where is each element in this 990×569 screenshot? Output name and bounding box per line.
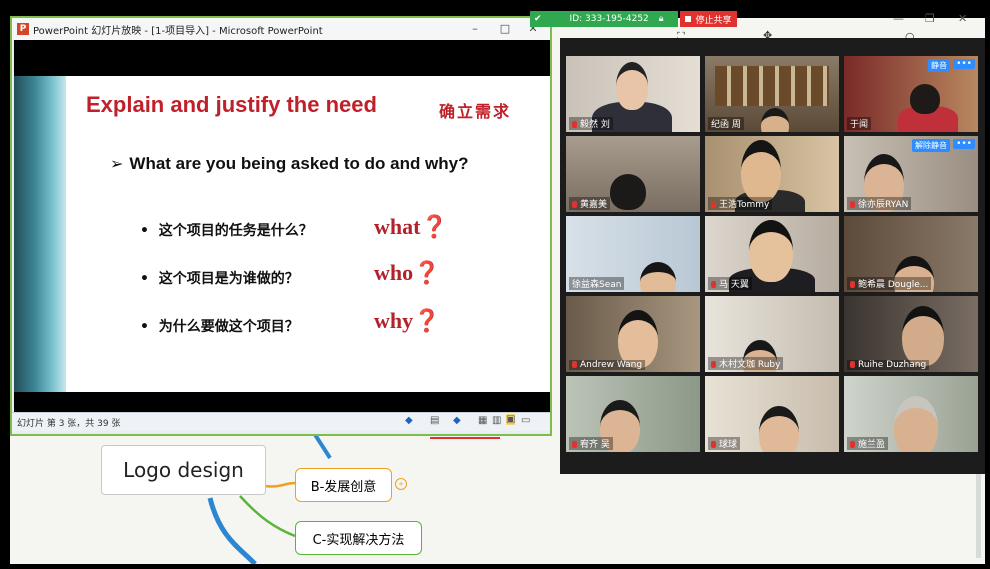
slide-bullet-tag: what❓ bbox=[374, 214, 448, 239]
mic-muted-icon bbox=[711, 201, 716, 208]
mic-muted-icon bbox=[711, 361, 716, 368]
powerpoint-icon: P bbox=[17, 23, 29, 35]
participant-tile[interactable]: 马 天翼 bbox=[705, 216, 839, 292]
more-options-icon[interactable]: ••• bbox=[953, 139, 975, 149]
slide-bullet: • 这个项目的任务是什么？ bbox=[140, 223, 313, 239]
participant-tile[interactable]: 毅然 刘 bbox=[566, 56, 700, 132]
bullet-dot-icon: • bbox=[140, 223, 149, 239]
mic-muted-icon bbox=[572, 201, 577, 208]
mute-badge[interactable]: 静音 bbox=[928, 59, 950, 72]
participant-tile[interactable]: 黄嘉美 bbox=[566, 136, 700, 212]
mic-muted-icon bbox=[850, 201, 855, 208]
participant-tile[interactable]: 徐益森Sean bbox=[566, 216, 700, 292]
participant-tile[interactable]: 鲍希晨 Dougle... bbox=[844, 216, 978, 292]
meeting-id: ID: 333-195-4252 bbox=[569, 14, 649, 24]
minimize-icon[interactable]: – bbox=[467, 21, 483, 35]
mic-muted-icon bbox=[572, 361, 577, 368]
minimize-icon[interactable]: — bbox=[893, 12, 904, 25]
next-slide-icon[interactable]: ◆ bbox=[453, 415, 461, 426]
lock-icon: 🔒︎ bbox=[658, 14, 664, 24]
slide-title-cn: 确立需求 bbox=[439, 102, 512, 121]
participant-tile[interactable]: Ruihe Duzhang bbox=[844, 296, 978, 372]
close-icon[interactable]: ✕ bbox=[958, 12, 967, 25]
bullet-dot-icon: • bbox=[140, 319, 149, 335]
sorter-view-icon[interactable]: ▥ bbox=[492, 415, 501, 426]
more-options-icon[interactable]: ••• bbox=[953, 59, 975, 69]
participant-tile[interactable]: 解除静音 ••• 徐亦辰RYAN bbox=[844, 136, 978, 212]
reading-view-icon[interactable]: ▣ bbox=[506, 414, 516, 425]
restore-icon[interactable]: □ bbox=[497, 21, 513, 35]
mic-muted-icon bbox=[572, 121, 577, 128]
slide-bullet-tag: why❓ bbox=[374, 308, 441, 333]
mic-muted-icon bbox=[572, 441, 577, 448]
mindmap-root-node[interactable]: Logo design bbox=[101, 445, 266, 495]
window-title: PowerPoint 幻灯片放映 - [1-项目导入] - Microsoft … bbox=[33, 25, 323, 37]
slide-bullet-tag: who❓ bbox=[374, 260, 441, 285]
mic-muted-icon bbox=[850, 441, 855, 448]
mindmap-node-b[interactable]: B-发展创意 bbox=[295, 468, 392, 502]
prev-slide-icon[interactable]: ◆ bbox=[405, 415, 413, 426]
mic-muted-icon bbox=[850, 281, 855, 288]
shield-icon: ✔ bbox=[534, 14, 542, 24]
slide-bullet: • 这个项目是为谁做的？ bbox=[140, 271, 299, 287]
mindmap-node-c[interactable]: C-实现解决方法 bbox=[295, 521, 422, 555]
zoom-gallery: 毅然 刘 纪函 周 静音 ••• 于闻 黄嘉美 王浩Tommy 解除静音 •••… bbox=[560, 38, 985, 474]
participant-tile[interactable]: 球球 bbox=[705, 376, 839, 452]
powerpoint-titlebar: P PowerPoint 幻灯片放映 - [1-项目导入] - Microsof… bbox=[12, 18, 550, 40]
slide-decor-band bbox=[14, 76, 66, 392]
participant-tile[interactable]: 宥齐 吴 bbox=[566, 376, 700, 452]
powerpoint-window: P PowerPoint 幻灯片放映 - [1-项目导入] - Microsof… bbox=[10, 16, 552, 436]
stop-share-button[interactable]: 停止共享 bbox=[680, 11, 737, 27]
participant-tile[interactable]: 王浩Tommy bbox=[705, 136, 839, 212]
unmute-badge[interactable]: 解除静音 bbox=[912, 139, 950, 152]
slide-counter: 幻灯片 第 3 张，共 39 张 bbox=[17, 418, 121, 429]
participant-tile[interactable]: 静音 ••• 于闻 bbox=[844, 56, 978, 132]
expand-icon[interactable]: + bbox=[395, 478, 407, 490]
normal-view-icon[interactable]: ▦ bbox=[478, 415, 487, 426]
bullet-dot-icon: • bbox=[140, 271, 149, 287]
slide-title: Explain and justify the need bbox=[86, 92, 377, 117]
participant-tile[interactable]: 木村文珈 Ruby bbox=[705, 296, 839, 372]
mic-muted-icon bbox=[711, 281, 716, 288]
slide-question: ➢ What are you being asked to do and why… bbox=[110, 154, 469, 173]
participant-tile[interactable]: Andrew Wang bbox=[566, 296, 700, 372]
slide-bullet: • 为什么要做这个项目？ bbox=[140, 319, 299, 335]
arrow-bullet-icon: ➢ bbox=[110, 154, 124, 173]
mic-muted-icon bbox=[850, 361, 855, 368]
meeting-id-bar: ✔ ID: 333-195-4252 🔒︎ bbox=[530, 11, 678, 27]
participant-tile[interactable]: 纪函 周 bbox=[705, 56, 839, 132]
mic-muted-icon bbox=[711, 441, 716, 448]
slideshow-view-icon[interactable]: ▭ bbox=[521, 415, 530, 426]
participant-tile[interactable]: 施兰盈 bbox=[844, 376, 978, 452]
powerpoint-statusbar: 幻灯片 第 3 张，共 39 张 ◆ ▤ ◆ ▦ ▥ ▣ ▭ bbox=[12, 412, 550, 431]
slide: Explain and justify the need 确立需求 ➢ What… bbox=[66, 76, 550, 392]
menu-icon[interactable]: ▤ bbox=[430, 415, 439, 426]
stop-icon bbox=[685, 16, 692, 22]
restore-icon[interactable]: ❐ bbox=[925, 12, 935, 25]
